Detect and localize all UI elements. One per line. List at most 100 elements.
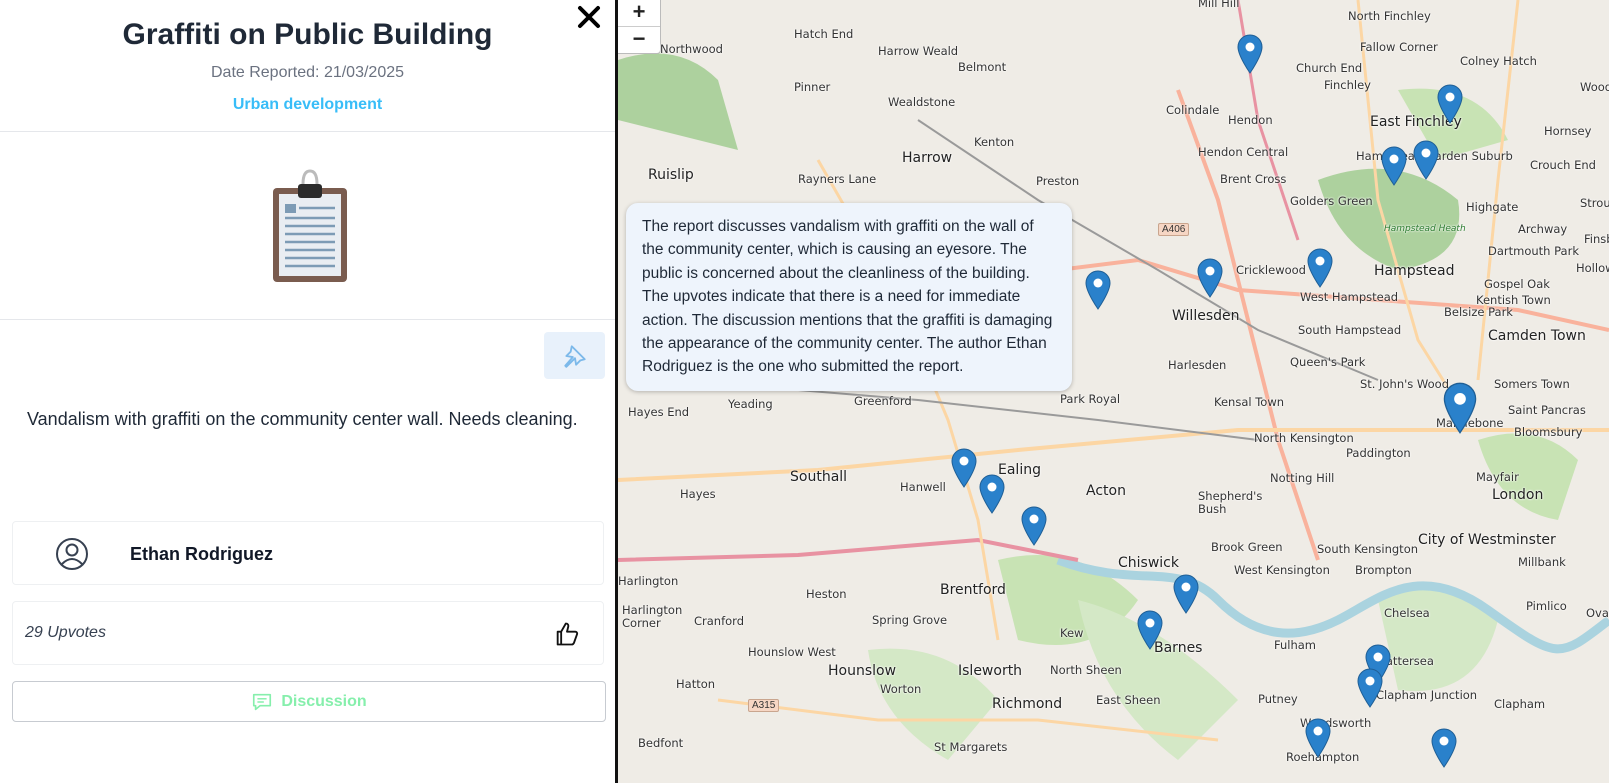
place-label: Kenton xyxy=(974,135,1015,149)
place-label: Hayes xyxy=(680,487,716,501)
place-label: Gospel Oak xyxy=(1484,277,1550,291)
place-label: Oval xyxy=(1586,606,1609,620)
map-marker-icon[interactable] xyxy=(1381,146,1407,186)
map-marker-icon[interactable] xyxy=(1413,140,1439,180)
place-label: Hendon xyxy=(1228,113,1273,127)
place-label: Northwood xyxy=(660,42,723,56)
place-label: North Sheen xyxy=(1050,663,1122,677)
map-marker-icon[interactable] xyxy=(951,448,977,488)
map-marker-icon[interactable] xyxy=(1357,668,1383,708)
place-label: Wealdstone xyxy=(888,95,956,109)
thumbs-up-icon[interactable] xyxy=(553,620,581,648)
map-marker-icon[interactable] xyxy=(1305,718,1331,758)
map-marker-icon[interactable] xyxy=(1085,270,1111,310)
ai-summary-tooltip: The report discusses vandalism with graf… xyxy=(626,203,1072,391)
place-label: East Sheen xyxy=(1096,693,1161,707)
place-label: Hendon Central xyxy=(1198,145,1289,159)
place-label: West Kensington xyxy=(1234,563,1330,577)
place-label: South Hampstead xyxy=(1298,323,1402,337)
place-label: Somers Town xyxy=(1494,377,1570,391)
zoom-out-button[interactable]: − xyxy=(618,26,660,53)
place-label: Preston xyxy=(1036,174,1080,188)
pin-button[interactable] xyxy=(544,332,605,379)
place-label: Hornsey xyxy=(1544,124,1592,138)
map-marker-icon[interactable] xyxy=(1021,506,1047,546)
place-label: South Kensington xyxy=(1317,542,1419,556)
report-date: Date Reported: 21/03/2025 xyxy=(210,64,405,81)
map-marker-icon[interactable] xyxy=(979,474,1005,514)
map-marker-icon[interactable] xyxy=(1137,610,1163,650)
author-card: Ethan Rodriguez xyxy=(12,521,604,585)
place-label: Hounslow xyxy=(828,663,897,679)
place-label: Worton xyxy=(880,682,922,696)
place-label: Willesden xyxy=(1172,308,1240,324)
place-label: Crouch End xyxy=(1530,158,1596,172)
place-label: North Finchley xyxy=(1348,9,1431,23)
place-label: Belmont xyxy=(958,60,1007,74)
place-label: Wood xyxy=(1580,80,1609,94)
place-label: Holloway xyxy=(1576,261,1609,275)
place-label: Fallow Corner xyxy=(1360,40,1438,54)
place-label: Harlington xyxy=(618,574,679,588)
place-label: Clapham xyxy=(1494,697,1546,711)
author-name: Ethan Rodriguez xyxy=(130,544,273,564)
place-label: Bloomsbury xyxy=(1514,425,1583,439)
map-marker-icon[interactable] xyxy=(1437,84,1463,124)
zoom-in-button[interactable]: + xyxy=(618,0,660,26)
place-label: Harlesden xyxy=(1168,358,1227,372)
place-label: North Kensington xyxy=(1254,431,1354,445)
place-label: Spring Grove xyxy=(872,613,948,627)
place-label: Brentford xyxy=(940,582,1006,598)
place-label: Cranford xyxy=(694,614,745,628)
place-label: Harrow Weald xyxy=(878,44,959,58)
place-label: Pinner xyxy=(794,80,831,94)
map-marker-icon[interactable] xyxy=(1443,382,1477,434)
place-label: Colney Hatch xyxy=(1460,54,1537,68)
place-label: Fulham xyxy=(1274,638,1317,652)
place-label: Hampstead Heath xyxy=(1384,224,1466,234)
place-label: Hampstead xyxy=(1374,263,1455,279)
clipboard-icon xyxy=(265,168,355,286)
place-label: Mill Hill xyxy=(1198,0,1240,10)
place-label: Yeading xyxy=(728,397,773,411)
place-label: Chiswick xyxy=(1118,555,1179,571)
chat-bubble-icon xyxy=(253,693,272,710)
place-label: Shepherd's Bush xyxy=(1198,489,1263,516)
place-label: Southall xyxy=(790,469,848,485)
map-view[interactable]: + − Northwood Hatch End Harrow Weald Bel… xyxy=(618,0,1609,783)
place-label: Rayners Lane xyxy=(798,172,877,186)
place-label: Pimlico xyxy=(1526,599,1567,613)
place-label: Colindale xyxy=(1166,103,1220,117)
place-label: Isleworth xyxy=(958,663,1023,679)
map-marker-icon[interactable] xyxy=(1431,728,1457,768)
header-divider xyxy=(0,131,615,132)
place-label: Cricklewood xyxy=(1236,263,1306,277)
place-label: Greenford xyxy=(854,394,912,408)
place-label: Hayes End xyxy=(628,405,690,419)
place-label: Queen's Park xyxy=(1290,355,1366,369)
place-label: Chelsea xyxy=(1384,606,1430,620)
place-label: Richmond xyxy=(992,696,1063,712)
place-label: Putney xyxy=(1258,692,1298,706)
place-label: Golders Green xyxy=(1290,194,1373,208)
discussion-button[interactable]: Discussion xyxy=(12,681,606,722)
discussion-label: Discussion xyxy=(281,692,367,710)
place-label: Millbank xyxy=(1518,555,1566,569)
place-label: Hatton xyxy=(676,677,716,691)
place-label: City of Westminster xyxy=(1418,532,1556,548)
map-marker-icon[interactable] xyxy=(1173,574,1199,614)
place-label: Mayfair xyxy=(1476,470,1519,484)
place-label: Ruislip xyxy=(648,167,694,183)
place-label: Kew xyxy=(1060,626,1084,640)
map-marker-icon[interactable] xyxy=(1197,258,1223,298)
map-marker-icon[interactable] xyxy=(1307,248,1333,288)
place-label: Finchley xyxy=(1324,78,1371,92)
place-label: Saint Pancras xyxy=(1508,403,1586,417)
place-label: Acton xyxy=(1086,483,1126,499)
place-label: Paddington xyxy=(1346,446,1411,460)
place-label: Archway xyxy=(1518,222,1568,236)
map-marker-icon[interactable] xyxy=(1237,34,1263,74)
place-label: Harrow xyxy=(902,150,953,166)
place-label: Hatch End xyxy=(794,27,854,41)
place-label: Church End xyxy=(1296,61,1363,75)
